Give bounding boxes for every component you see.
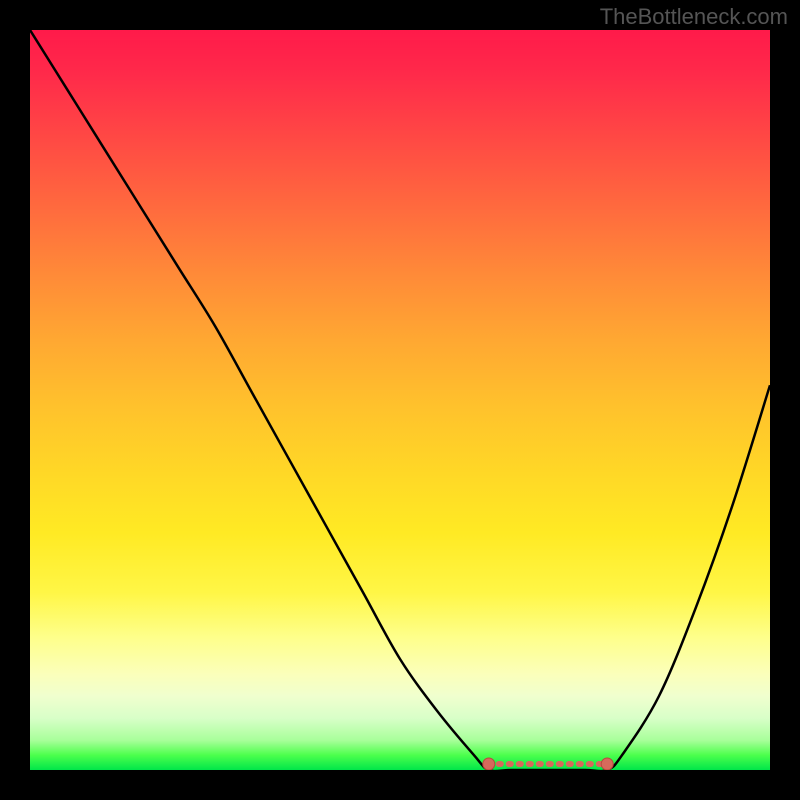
optimal-range-marker-right xyxy=(601,758,613,770)
watermark-text: TheBottleneck.com xyxy=(600,4,788,30)
bottleneck-curve-path xyxy=(30,30,770,770)
chart-plot-area xyxy=(30,30,770,770)
bottleneck-curve-svg xyxy=(30,30,770,770)
optimal-range-marker-left xyxy=(483,758,495,770)
